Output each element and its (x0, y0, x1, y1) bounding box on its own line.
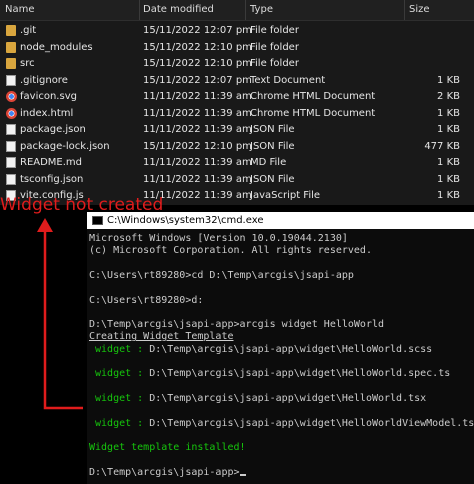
cmd-line: D:\Temp\arcgis\jsapi-app> (89, 467, 246, 479)
cmd-line: D:\Temp\arcgis\jsapi-app>arcgis widget H… (89, 319, 384, 331)
cmd-line-text: D:\Temp\arcgis\jsapi-app\widget\HelloWor… (149, 417, 474, 429)
widget-prefix: widget : (89, 343, 150, 355)
cmd-line: C:\Users\rt89280>d: (89, 295, 203, 307)
cmd-line-text: D:\Temp\arcgis\jsapi-app>arcgis widget H… (89, 319, 385, 331)
cmd-line-text: C:\Users\rt89280>cd D:\Temp\arcgis\jsapi… (89, 269, 354, 281)
cmd-line: (c) Microsoft Corporation. All rights re… (89, 245, 372, 257)
cmd-line: C:\Users\rt89280>cd D:\Temp\arcgis\jsapi… (89, 270, 354, 282)
cmd-line-text: Widget template installed! (89, 442, 246, 454)
text-cursor (239, 473, 246, 476)
cmd-line: Creating Widget Template (89, 331, 234, 343)
cmd-title: C:\Windows\system32\cmd.exe (107, 215, 264, 226)
cmd-line-text: D:\Temp\arcgis\jsapi-app\widget\HelloWor… (149, 392, 427, 404)
cmd-line: Widget template installed! (89, 442, 246, 454)
widget-prefix: widget : (89, 392, 150, 404)
cmd-line: widget : D:\Temp\arcgis\jsapi-app\widget… (89, 393, 426, 405)
cmd-line: widget : D:\Temp\arcgis\jsapi-app\widget… (89, 368, 450, 380)
cmd-line-text: D:\Temp\arcgis\jsapi-app> (89, 466, 240, 478)
cmd-line-text: Creating Widget Template (89, 331, 234, 343)
widget-prefix: widget : (89, 368, 150, 380)
cmd-title-bar[interactable]: C:\Windows\system32\cmd.exe (87, 212, 474, 229)
widget-prefix: widget : (89, 417, 150, 429)
cmd-window[interactable]: C:\Windows\system32\cmd.exe Microsoft Wi… (87, 212, 474, 484)
cmd-line-text: (c) Microsoft Corporation. All rights re… (89, 245, 372, 257)
cmd-line-text: D:\Temp\arcgis\jsapi-app\widget\HelloWor… (149, 343, 433, 355)
cmd-line-text: C:\Users\rt89280>d: (89, 294, 204, 306)
cmd-line: widget : D:\Temp\arcgis\jsapi-app\widget… (89, 344, 432, 356)
cmd-line-text: Microsoft Windows [Version 10.0.19044.21… (89, 233, 348, 244)
cmd-line-text: D:\Temp\arcgis\jsapi-app\widget\HelloWor… (149, 368, 451, 380)
arrowhead-icon (37, 218, 53, 232)
arrow-line (43, 228, 83, 410)
cmd-icon (92, 216, 103, 225)
cmd-line: widget : D:\Temp\arcgis\jsapi-app\widget… (89, 418, 474, 430)
cmd-line: Microsoft Windows [Version 10.0.19044.21… (89, 233, 348, 245)
